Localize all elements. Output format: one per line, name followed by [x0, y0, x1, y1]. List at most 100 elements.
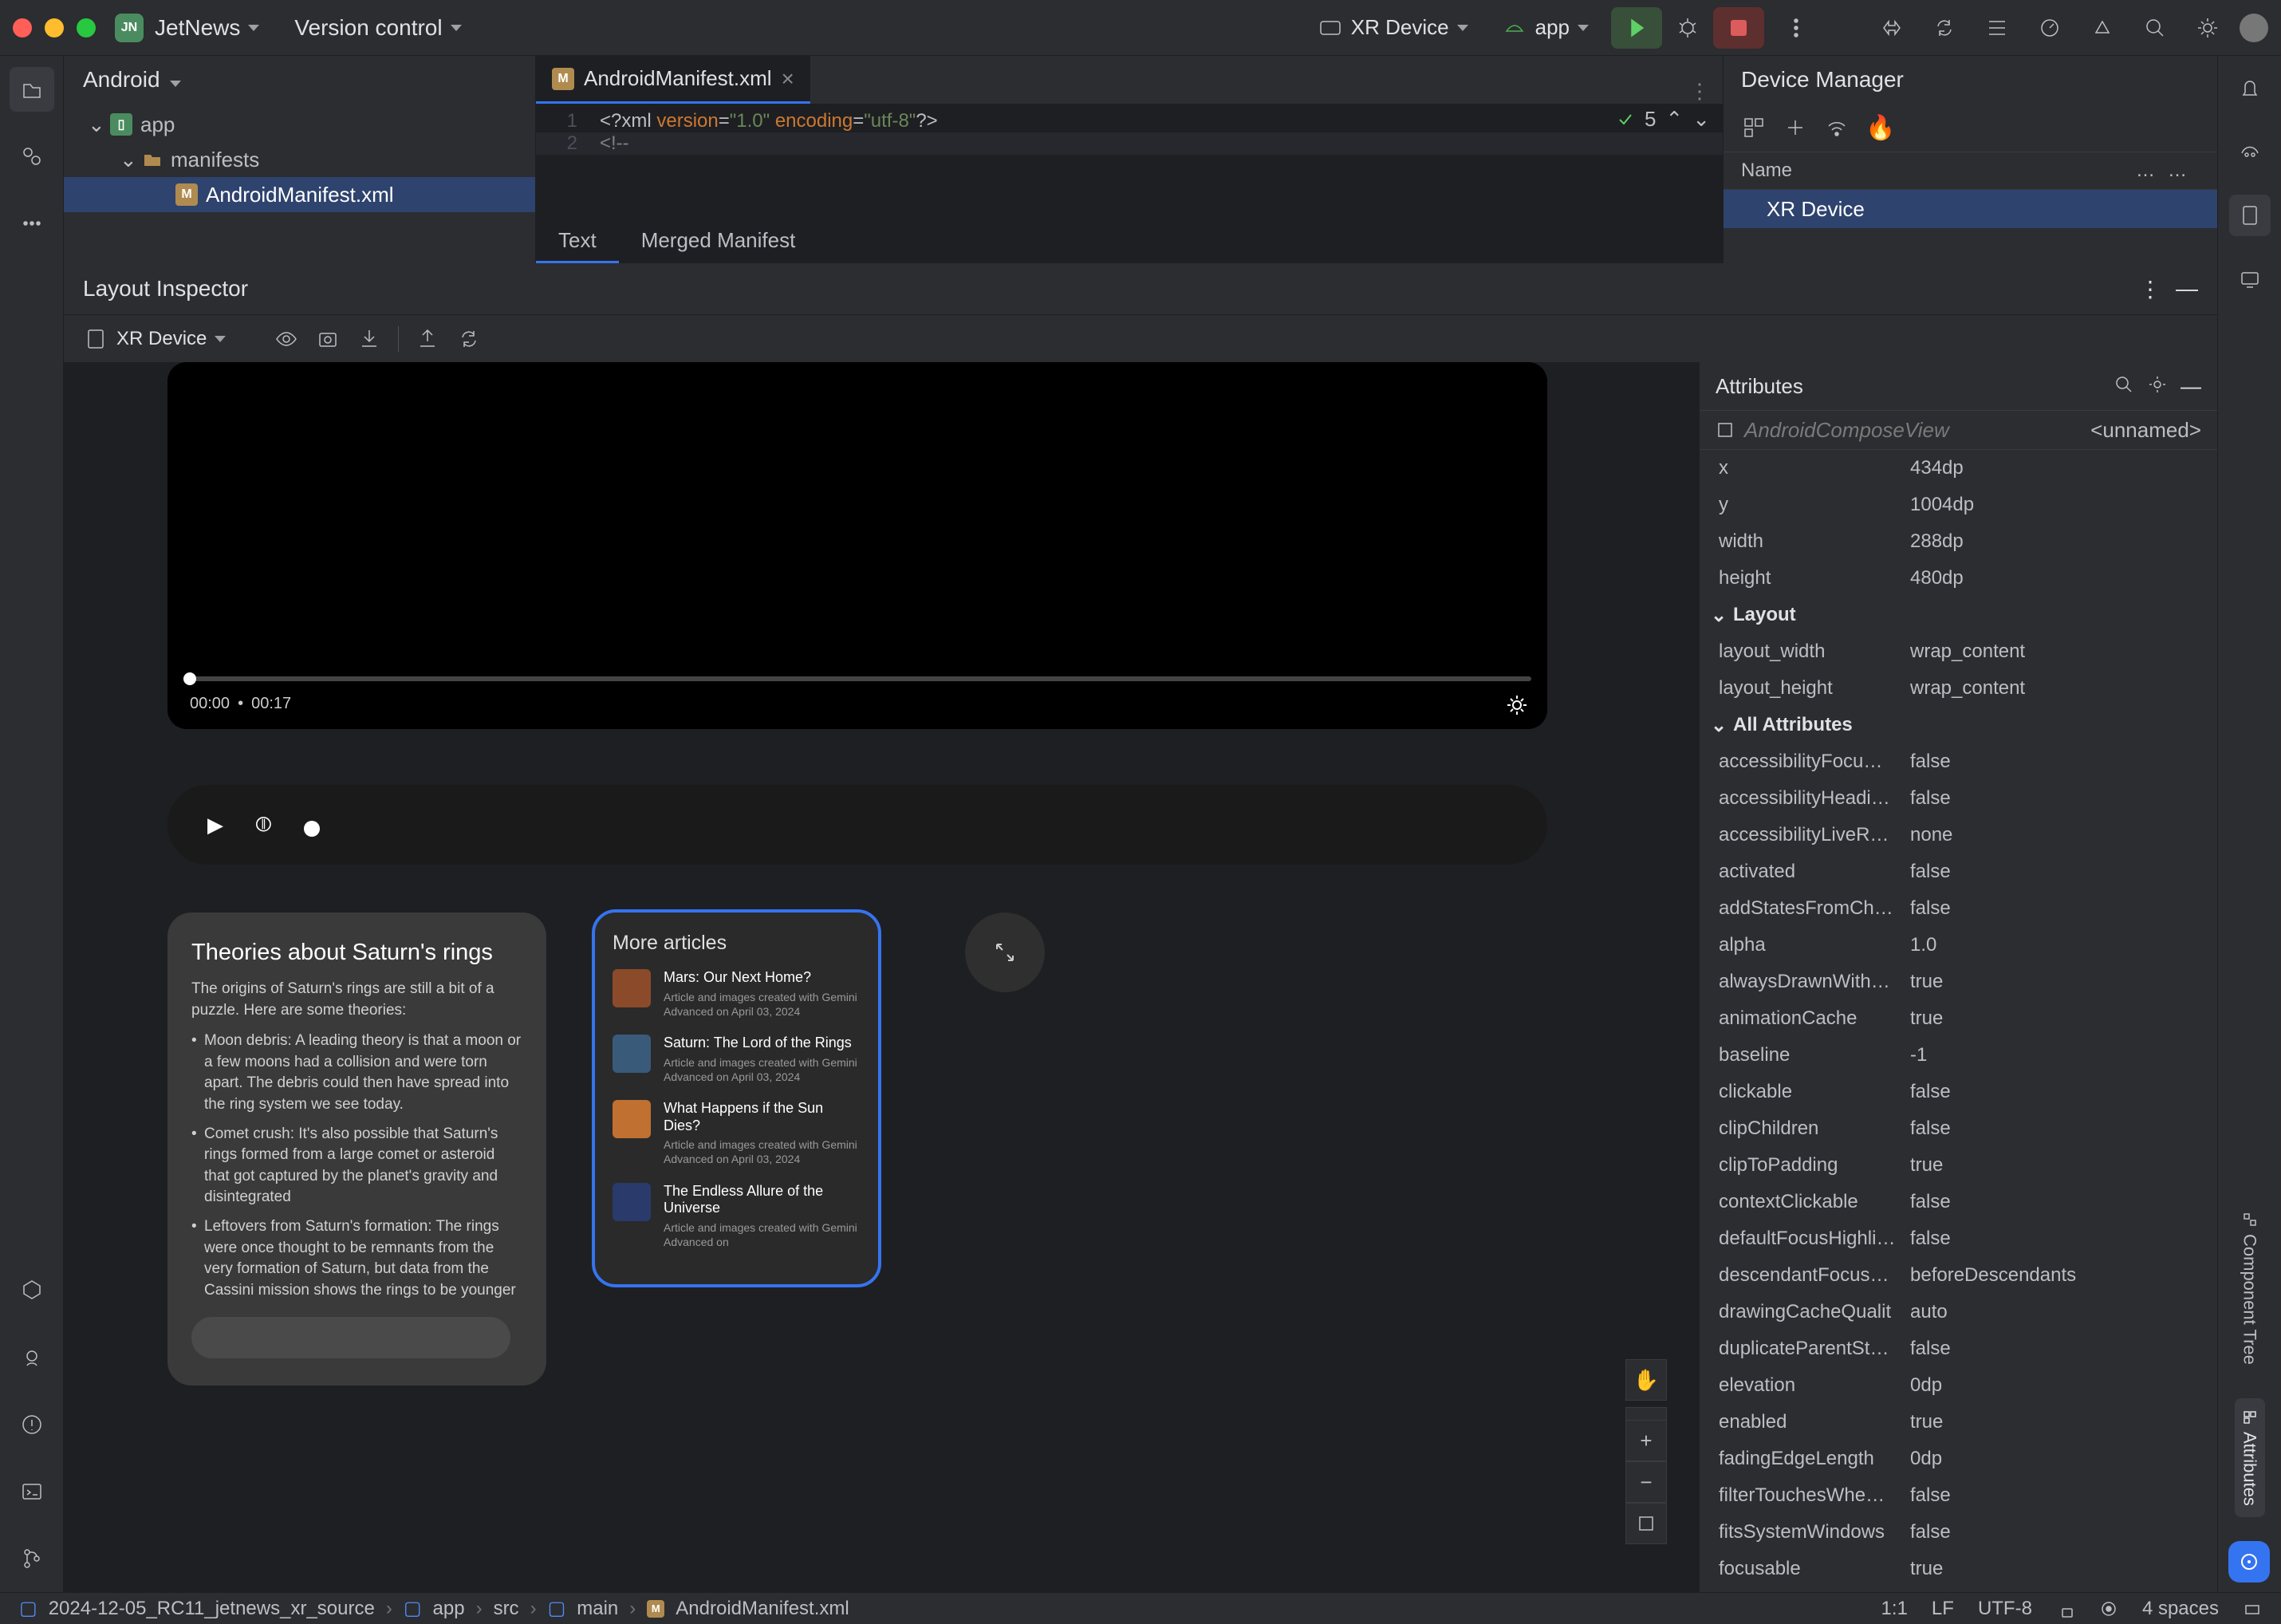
readonly-icon[interactable]: [2056, 1599, 2075, 1618]
expand-icon[interactable]: ⌄: [120, 148, 134, 172]
cursor-position[interactable]: 1:1: [1881, 1598, 1908, 1620]
editor-tab[interactable]: M AndroidManifest.xml ×: [536, 56, 810, 104]
attribute-row[interactable]: contextClickablefalse: [1700, 1184, 2217, 1220]
attribute-row[interactable]: alpha1.0: [1700, 927, 2217, 964]
tree-file-row[interactable]: M AndroidManifest.xml: [64, 177, 535, 212]
inspector-device-selector[interactable]: XR Device: [83, 326, 226, 352]
subtab-merged[interactable]: Merged Manifest: [619, 220, 818, 263]
attribute-row[interactable]: accessibilityFocu…false: [1700, 743, 2217, 780]
attribute-row[interactable]: clipToPaddingtrue: [1700, 1147, 2217, 1184]
user-avatar[interactable]: [2240, 14, 2268, 42]
col-name[interactable]: Name: [1741, 160, 2136, 182]
attribute-row[interactable]: x434dp: [1700, 450, 2217, 487]
notifications-tool[interactable]: [2229, 67, 2271, 108]
attribute-row[interactable]: fitsSystemWindowsfalse: [1700, 1514, 2217, 1551]
attribute-row[interactable]: elevation0dp: [1700, 1367, 2217, 1404]
breadcrumb[interactable]: src: [494, 1598, 519, 1620]
line-ending[interactable]: LF: [1932, 1598, 1954, 1620]
stop-button[interactable]: [1713, 7, 1764, 49]
attribute-row[interactable]: alwaysDrawnWith…true: [1700, 964, 2217, 1000]
encoding[interactable]: UTF-8: [1978, 1598, 2032, 1620]
expand-fab[interactable]: [965, 913, 1045, 992]
attribute-row[interactable]: focusabletrue: [1700, 1551, 2217, 1587]
more-article-item[interactable]: Saturn: The Lord of the RingsArticle and…: [613, 1035, 861, 1084]
inspection-widget[interactable]: 5 ⌃ ⌄: [1616, 107, 1710, 132]
memory-icon[interactable]: [2243, 1599, 2262, 1618]
debug-button[interactable]: [1662, 7, 1713, 49]
code-with-me-icon[interactable]: [1871, 7, 1913, 49]
attribute-row[interactable]: height480dp: [1700, 560, 2217, 597]
subtab-text[interactable]: Text: [536, 220, 619, 263]
breadcrumb[interactable]: main: [577, 1598, 618, 1620]
tree-folder-row[interactable]: ⌄ manifests: [64, 142, 535, 177]
attribute-row[interactable]: addStatesFromCh…false: [1700, 890, 2217, 927]
vcs-tool[interactable]: [10, 1536, 54, 1581]
attribute-row[interactable]: descendantFocus…beforeDescendants: [1700, 1257, 2217, 1294]
more-article-item[interactable]: The Endless Allure of the UniverseArticl…: [613, 1183, 861, 1250]
attribute-row[interactable]: layout_widthwrap_content: [1700, 633, 2217, 670]
article-button[interactable]: [191, 1317, 510, 1358]
attribute-row[interactable]: activatedfalse: [1700, 853, 2217, 890]
minimize-icon[interactable]: —: [2181, 374, 2201, 399]
attribute-row[interactable]: accessibilityLiveR…none: [1700, 817, 2217, 853]
pan-tool[interactable]: ✋: [1625, 1359, 1667, 1401]
attribute-row[interactable]: filterTouchesWhe…false: [1700, 1477, 2217, 1514]
attribute-row[interactable]: accessibilityHeadi…false: [1700, 780, 2217, 817]
attribute-row[interactable]: enabledtrue: [1700, 1404, 2217, 1441]
add-device-icon[interactable]: [1783, 115, 1808, 140]
running-devices-tool[interactable]: [2229, 258, 2271, 300]
breadcrumb[interactable]: 2024-12-05_RC11_jetnews_xr_source: [49, 1598, 375, 1620]
attribute-row[interactable]: y1004dp: [1700, 487, 2217, 523]
settings-icon[interactable]: [2187, 7, 2228, 49]
gradle-tool[interactable]: [2229, 131, 2271, 172]
build-icon[interactable]: [2082, 7, 2123, 49]
chevron-down-icon[interactable]: ⌄: [1692, 107, 1710, 132]
chevron-up-icon[interactable]: ⌃: [1665, 107, 1683, 132]
attribute-row[interactable]: baseline-1: [1700, 1037, 2217, 1074]
zoom-in[interactable]: +: [1625, 1420, 1667, 1461]
attribute-row[interactable]: fadingEdgeLength0dp: [1700, 1441, 2217, 1477]
breadcrumb[interactable]: app: [433, 1598, 465, 1620]
attribute-row[interactable]: duplicateParentSt…false: [1700, 1330, 2217, 1367]
snapshot-icon[interactable]: [315, 326, 341, 352]
close-tab[interactable]: ×: [782, 66, 794, 92]
breadcrumb[interactable]: AndroidManifest.xml: [676, 1598, 849, 1620]
refresh-icon[interactable]: [456, 326, 482, 352]
ai-assistant-fab[interactable]: [2228, 1541, 2270, 1583]
search-icon[interactable]: [2114, 374, 2134, 395]
more-tools[interactable]: [10, 201, 54, 246]
attribute-row[interactable]: animationCachetrue: [1700, 1000, 2217, 1037]
more-article-item[interactable]: What Happens if the Sun Dies?Article and…: [613, 1100, 861, 1167]
structure-icon[interactable]: [1976, 7, 2018, 49]
attribute-row[interactable]: clipChildrenfalse: [1700, 1110, 2217, 1147]
minimize-panel[interactable]: —: [2176, 276, 2198, 302]
import-icon[interactable]: [415, 326, 440, 352]
indent-setting[interactable]: 4 spaces: [2142, 1598, 2219, 1620]
export-icon[interactable]: [357, 326, 382, 352]
project-selector[interactable]: JetNews: [155, 15, 259, 41]
search-icon[interactable]: [2134, 7, 2176, 49]
device-manager-tool[interactable]: [2229, 195, 2271, 236]
attributes-list[interactable]: x434dpy1004dpwidth288dpheight480dp ⌄Layo…: [1700, 450, 2217, 1592]
layout-canvas[interactable]: 00:00•00:17 ▶ ⦷ Theories about Saturn's …: [64, 362, 1699, 1592]
run-button[interactable]: [1611, 7, 1662, 49]
filter-icon[interactable]: [1741, 115, 1767, 140]
video-progress[interactable]: [183, 676, 1531, 681]
zoom-fit[interactable]: [1625, 1503, 1667, 1544]
terminal-tool[interactable]: [10, 1469, 54, 1514]
minimize-window[interactable]: [45, 18, 64, 37]
attr-group-all[interactable]: ⌄All Attributes: [1700, 707, 2217, 743]
attributes-tab[interactable]: Attributes: [2235, 1398, 2265, 1517]
profiler-icon[interactable]: [2029, 7, 2070, 49]
attribute-row[interactable]: layout_heightwrap_content: [1700, 670, 2217, 707]
eye-icon[interactable]: [274, 326, 299, 352]
tab-menu[interactable]: ⋮: [1676, 79, 1723, 104]
expand-icon[interactable]: ⌄: [88, 112, 102, 137]
attribute-row[interactable]: drawingCacheQualitauto: [1700, 1294, 2217, 1330]
wifi-icon[interactable]: [1824, 115, 1850, 140]
code-editor[interactable]: 1 <?xml version="1.0" encoding="utf-8"?>…: [536, 104, 1723, 161]
attribute-row[interactable]: width288dp: [1700, 523, 2217, 560]
zoom-out[interactable]: −: [1625, 1461, 1667, 1503]
settings-icon[interactable]: [2147, 374, 2168, 395]
project-panel-header[interactable]: Android: [64, 56, 535, 104]
